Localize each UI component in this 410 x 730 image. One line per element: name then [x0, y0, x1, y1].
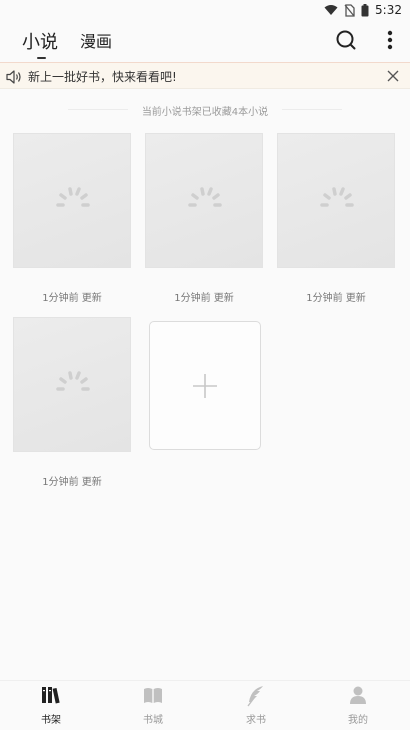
- book-update-time: 1分钟前 更新: [306, 293, 366, 304]
- nav-item-request-book[interactable]: 求书: [226, 681, 286, 730]
- book-item[interactable]: 1分钟前 更新: [13, 317, 131, 488]
- nav-item-bookstore[interactable]: 书城: [123, 681, 183, 730]
- speaker-icon: [6, 69, 22, 88]
- book-item[interactable]: 1分钟前 更新: [13, 133, 131, 304]
- book-item[interactable]: 1分钟前 更新: [277, 133, 395, 304]
- status-bar: 5:32: [0, 0, 410, 20]
- book-item[interactable]: 1分钟前 更新: [145, 133, 263, 304]
- loading-icon: [320, 187, 354, 207]
- loading-icon: [56, 187, 90, 207]
- book-cover[interactable]: [13, 133, 131, 268]
- tab-comic[interactable]: 漫画: [80, 28, 112, 52]
- tab-novel[interactable]: 小说: [22, 28, 58, 54]
- book-cover[interactable]: [145, 133, 263, 268]
- close-icon[interactable]: [386, 68, 402, 84]
- wifi-icon: [324, 4, 338, 16]
- more-options-icon[interactable]: [378, 28, 402, 52]
- shelf-count-text: 当前小说书架已收藏4本小说: [141, 107, 269, 118]
- plus-icon: [193, 373, 217, 398]
- feather-icon: [246, 685, 266, 707]
- book-cover[interactable]: [277, 133, 395, 268]
- book-update-time: 1分钟前 更新: [174, 293, 234, 304]
- status-time: 5:32: [375, 3, 402, 17]
- loading-icon: [188, 187, 222, 207]
- search-icon[interactable]: [334, 28, 358, 52]
- book-update-time: 1分钟前 更新: [42, 293, 102, 304]
- nav-label: 求书: [246, 715, 266, 726]
- tab-active-indicator: [37, 57, 46, 59]
- top-header: 小说 漫画: [0, 22, 410, 60]
- person-icon: [348, 685, 368, 707]
- nav-label: 我的: [348, 715, 368, 726]
- nav-label: 书城: [143, 715, 163, 726]
- nav-item-profile[interactable]: 我的: [328, 681, 388, 730]
- add-book-button[interactable]: [149, 321, 261, 450]
- battery-icon: [361, 3, 369, 17]
- shelf-summary: 当前小说书架已收藏4本小说: [0, 103, 410, 118]
- book-open-icon: [143, 685, 163, 707]
- bottom-nav: 书架 书城 求书 我的: [0, 680, 410, 730]
- loading-icon: [56, 371, 90, 391]
- no-sim-icon: [344, 3, 355, 17]
- notice-text[interactable]: 新上一批好书，快来看看吧!: [28, 68, 177, 85]
- nav-label: 书架: [41, 715, 61, 726]
- book-cover[interactable]: [13, 317, 131, 452]
- book-update-time: 1分钟前 更新: [42, 477, 102, 488]
- bookshelf-icon: [41, 685, 61, 707]
- nav-item-bookshelf[interactable]: 书架: [21, 681, 81, 730]
- notice-banner: 新上一批好书，快来看看吧!: [0, 62, 410, 89]
